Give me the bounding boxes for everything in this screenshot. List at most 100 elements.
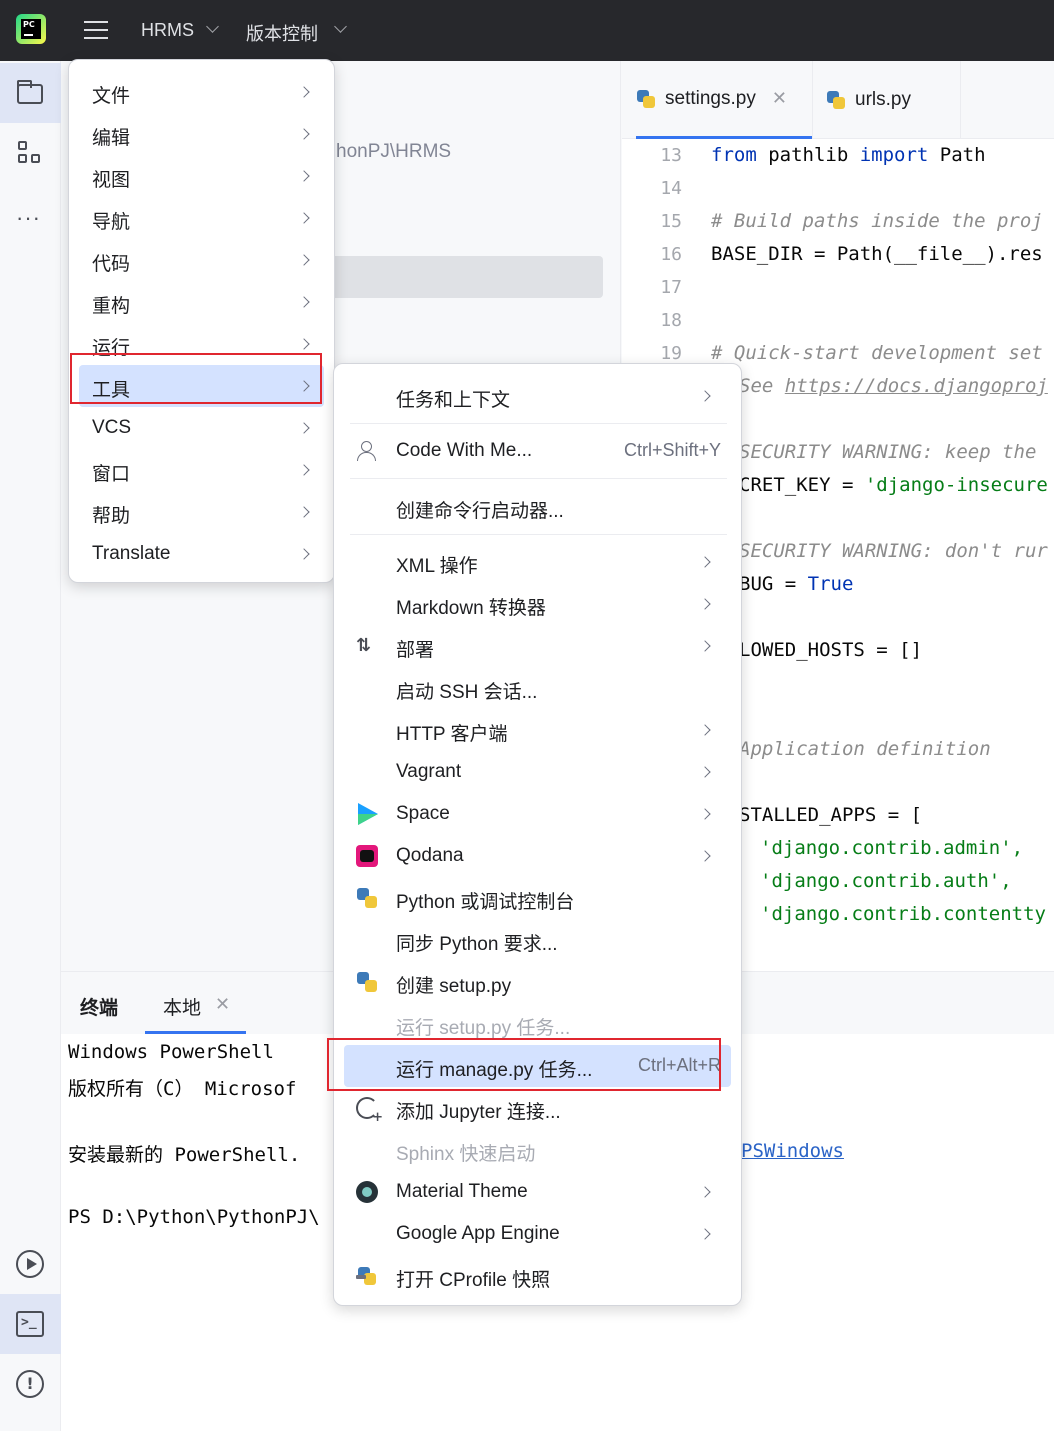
code-line: See https://docs.djangoproj bbox=[739, 375, 1048, 397]
tab-settings-py[interactable]: settings.py ✕ bbox=[636, 61, 812, 139]
line-number: 15 bbox=[660, 211, 682, 232]
menu-item-navigate[interactable]: 导航 bbox=[79, 197, 324, 239]
menu-shortcut: Ctrl+Shift+Y bbox=[623, 440, 721, 460]
menu-item-open-cprofile-snapshot[interactable]: 打开 CProfile 快照 bbox=[344, 1255, 731, 1297]
menu-item-label: 运行 setup.py 任务... bbox=[396, 1018, 571, 1039]
menu-item-label: Google App Engine bbox=[396, 1223, 560, 1244]
terminal-line: 安装最新的 PowerShell. bbox=[68, 1144, 301, 1166]
qodana-logo-icon bbox=[356, 845, 378, 867]
deploy-arrows-icon: ⇅ bbox=[356, 635, 372, 656]
menu-item-sphinx-quickstart: Sphinx 快速启动 bbox=[344, 1129, 731, 1171]
menu-item-vagrant[interactable]: Vagrant bbox=[344, 751, 731, 793]
menu-item-http-client[interactable]: HTTP 客户端 bbox=[344, 709, 731, 751]
menu-item-deployment[interactable]: ⇅ 部署 bbox=[344, 625, 731, 667]
terminal-title: 终端 bbox=[80, 998, 119, 1019]
menu-item-label: Translate bbox=[92, 543, 171, 564]
code-keyword: True bbox=[807, 573, 854, 595]
menu-item-xml-actions[interactable]: XML 操作 bbox=[344, 541, 731, 583]
close-icon[interactable]: ✕ bbox=[772, 88, 787, 109]
menu-item-qodana[interactable]: Qodana bbox=[344, 835, 731, 877]
line-number: 17 bbox=[660, 277, 682, 298]
chevron-down-icon[interactable] bbox=[206, 20, 219, 33]
menu-item-tasks-contexts[interactable]: 任务和上下文 bbox=[344, 375, 731, 417]
line-number: 19 bbox=[660, 343, 682, 364]
menu-item-file[interactable]: 文件 bbox=[79, 71, 324, 113]
menu-separator bbox=[350, 478, 727, 479]
tab-urls-py[interactable]: urls.py bbox=[826, 61, 960, 139]
highlight-box-tools bbox=[70, 353, 322, 404]
menu-item-label: Vagrant bbox=[396, 761, 462, 782]
more-tools-button[interactable]: ··· bbox=[0, 183, 61, 243]
menu-item-create-cli-launcher[interactable]: 创建命令行启动器... bbox=[344, 486, 731, 528]
menu-item-markdown-converter[interactable]: Markdown 转换器 bbox=[344, 583, 731, 625]
project-tool-button[interactable] bbox=[0, 63, 61, 123]
code-line: from pathlib import Path bbox=[711, 144, 986, 166]
menu-item-translate[interactable]: Translate bbox=[79, 533, 324, 575]
chevron-right-icon bbox=[298, 338, 310, 350]
project-tree-selected-row[interactable] bbox=[330, 256, 603, 298]
line-number: 13 bbox=[660, 145, 682, 166]
main-menu-icon[interactable] bbox=[84, 18, 108, 42]
line-number: 16 bbox=[660, 244, 682, 265]
menu-item-label: 任务和上下文 bbox=[396, 390, 511, 411]
terminal-link[interactable]: PSWindows bbox=[741, 1140, 844, 1162]
menu-item-label: 同步 Python 要求... bbox=[396, 934, 558, 955]
close-icon[interactable]: ✕ bbox=[215, 994, 230, 1015]
chevron-right-icon bbox=[699, 598, 711, 610]
menu-item-sync-python-requirements[interactable]: 同步 Python 要求... bbox=[344, 919, 731, 961]
menu-item-space[interactable]: Space bbox=[344, 793, 731, 835]
menu-item-edit[interactable]: 编辑 bbox=[79, 113, 324, 155]
doc-link[interactable]: https://docs.djangoproj bbox=[785, 375, 1048, 397]
terminal-line: Windows PowerShell bbox=[68, 1041, 274, 1063]
chevron-right-icon bbox=[298, 464, 310, 476]
menu-item-label: Code With Me... bbox=[396, 440, 533, 461]
jupyter-connect-icon bbox=[356, 1097, 383, 1125]
services-tool-button[interactable] bbox=[0, 1234, 61, 1294]
menu-item-help[interactable]: 帮助 bbox=[79, 491, 324, 533]
code-line: SECURITY WARNING: keep the bbox=[739, 441, 1037, 463]
python-icon bbox=[356, 971, 378, 993]
menu-item-google-app-engine[interactable]: Google App Engine bbox=[344, 1213, 731, 1255]
menu-item-label: Python 或调试控制台 bbox=[396, 892, 575, 913]
chevron-down-icon[interactable] bbox=[334, 20, 347, 33]
menu-item-create-setup-py[interactable]: 创建 setup.py bbox=[344, 961, 731, 1003]
tab-terminal-local[interactable]: 本地 ✕ bbox=[145, 972, 246, 1034]
terminal-icon: >_ bbox=[16, 1311, 44, 1337]
material-theme-icon bbox=[356, 1181, 378, 1203]
menu-item-add-jupyter-connection[interactable]: 添加 Jupyter 连接... bbox=[344, 1087, 731, 1129]
project-root-path: honPJ\HRMS bbox=[336, 141, 452, 162]
menu-item-label: 启动 SSH 会话... bbox=[396, 682, 538, 703]
menu-item-label: 导航 bbox=[92, 212, 131, 233]
menu-item-window[interactable]: 窗口 bbox=[79, 449, 324, 491]
code-line: # Quick-start development set bbox=[711, 342, 1043, 364]
pycharm-logo-icon[interactable]: PC bbox=[16, 14, 46, 44]
menu-item-label: 创建命令行启动器... bbox=[396, 501, 564, 522]
code-line: 'django.contrib.admin', bbox=[760, 837, 1024, 859]
cprofile-icon bbox=[356, 1265, 378, 1287]
menu-item-start-ssh[interactable]: 启动 SSH 会话... bbox=[344, 667, 731, 709]
terminal-line: 版权所有（C） Microsof bbox=[68, 1078, 297, 1100]
left-tool-strip: ··· >_ ! bbox=[0, 61, 61, 1431]
menu-item-python-console[interactable]: Python 或调试控制台 bbox=[344, 877, 731, 919]
code-line: CRET_KEY = 'django-insecure bbox=[739, 474, 1048, 496]
terminal-tool-button[interactable]: >_ bbox=[0, 1294, 61, 1354]
chevron-right-icon bbox=[699, 808, 711, 820]
menu-item-code-with-me[interactable]: Code With Me... Ctrl+Shift+Y bbox=[344, 430, 731, 472]
chevron-right-icon bbox=[298, 212, 310, 224]
menu-item-view[interactable]: 视图 bbox=[79, 155, 324, 197]
problems-tool-button[interactable]: ! bbox=[0, 1354, 61, 1414]
structure-icon bbox=[18, 141, 42, 165]
menu-item-code[interactable]: 代码 bbox=[79, 239, 324, 281]
menu-item-material-theme[interactable]: Material Theme bbox=[344, 1171, 731, 1213]
chevron-right-icon bbox=[699, 1228, 711, 1240]
structure-tool-button[interactable] bbox=[0, 123, 61, 183]
menu-item-label: 打开 CProfile 快照 bbox=[396, 1270, 551, 1291]
menu-item-label: 代码 bbox=[92, 254, 131, 275]
menu-item-vcs[interactable]: VCS bbox=[79, 407, 324, 449]
terminal-prompt[interactable]: PS D:\Python\PythonPJ\ bbox=[68, 1206, 320, 1228]
project-selector[interactable]: HRMS bbox=[141, 20, 194, 41]
chevron-right-icon bbox=[699, 390, 711, 402]
menu-item-refactor[interactable]: 重构 bbox=[79, 281, 324, 323]
vcs-selector[interactable]: 版本控制 bbox=[246, 20, 318, 46]
chevron-right-icon bbox=[699, 766, 711, 778]
